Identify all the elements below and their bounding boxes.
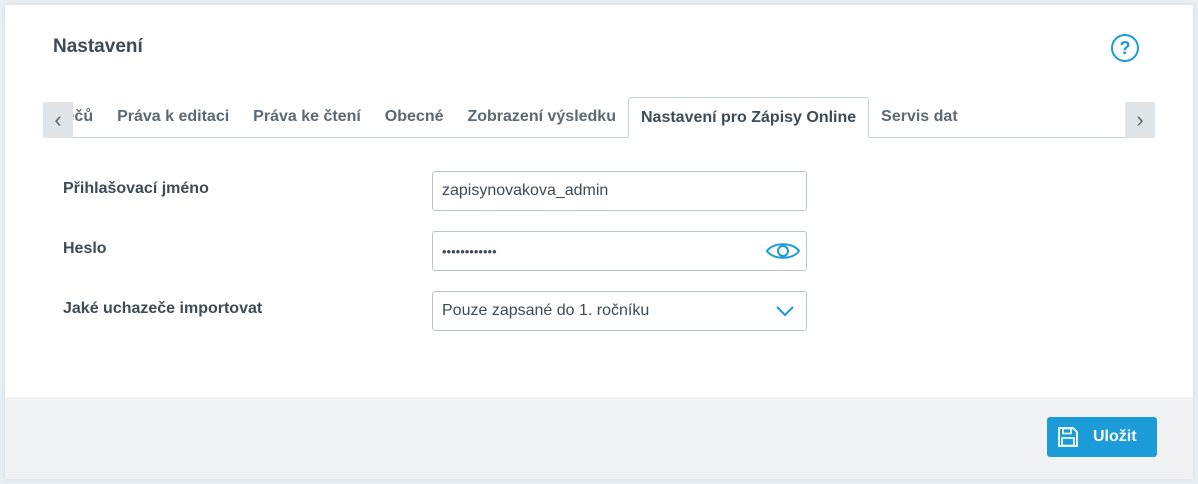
- settings-panel: Nastavení ? ‹ Práva pouze k editaci ucha…: [5, 5, 1193, 479]
- tab-edit-applicants-only[interactable]: Práva pouze k editaci uchazečů: [73, 97, 105, 137]
- tab-scroll-left-icon[interactable]: ‹: [43, 102, 73, 138]
- help-icon[interactable]: ?: [1111, 34, 1139, 62]
- tab-read-rights[interactable]: Práva ke čtení: [241, 97, 373, 137]
- page-title: Nastavení: [53, 36, 143, 57]
- password-input[interactable]: ••••••••••••: [432, 231, 807, 271]
- tabs-viewport: Práva pouze k editaci uchazečů Práva k e…: [73, 97, 1125, 138]
- tab-data-service[interactable]: Servis dat: [869, 97, 969, 137]
- save-button[interactable]: Uložit: [1047, 417, 1157, 457]
- password-value: ••••••••••••: [442, 243, 497, 259]
- login-value: zapisynovakova_admin: [442, 182, 609, 199]
- tab-zapisy-online-settings[interactable]: Nastavení pro Zápisy Online: [627, 97, 870, 138]
- floppy-disk-icon: [1058, 427, 1078, 447]
- eye-icon[interactable]: [766, 240, 800, 262]
- tab-scroll-right-icon[interactable]: ›: [1125, 102, 1155, 138]
- login-input[interactable]: zapisynovakova_admin: [432, 171, 807, 211]
- import-value: Pouze zapsané do 1. ročníku: [442, 302, 650, 319]
- import-select[interactable]: Pouze zapsané do 1. ročníku: [432, 291, 807, 331]
- footer-bar: Uložit: [5, 397, 1193, 479]
- tabs-strip: Práva pouze k editaci uchazečů Práva k e…: [73, 97, 970, 138]
- tab-bar: ‹ Práva pouze k editaci uchazečů Práva k…: [43, 97, 1155, 138]
- tab-edit-rights[interactable]: Práva k editaci: [105, 97, 241, 137]
- import-label: Jaké uchazeče importovat: [63, 300, 263, 317]
- login-label: Přihlašovací jméno: [63, 180, 209, 197]
- tab-result-display[interactable]: Zobrazení výsledku: [455, 97, 628, 137]
- password-row: Heslo ••••••••••••: [63, 231, 808, 271]
- save-button-label: Uložit: [1093, 428, 1137, 445]
- password-label: Heslo: [63, 240, 107, 257]
- login-row: Přihlašovací jméno zapisynovakova_admin: [63, 171, 808, 211]
- tab-general[interactable]: Obecné: [373, 97, 456, 137]
- import-row: Jaké uchazeče importovat Pouze zapsané d…: [63, 291, 808, 331]
- chevron-down-icon[interactable]: [776, 304, 794, 318]
